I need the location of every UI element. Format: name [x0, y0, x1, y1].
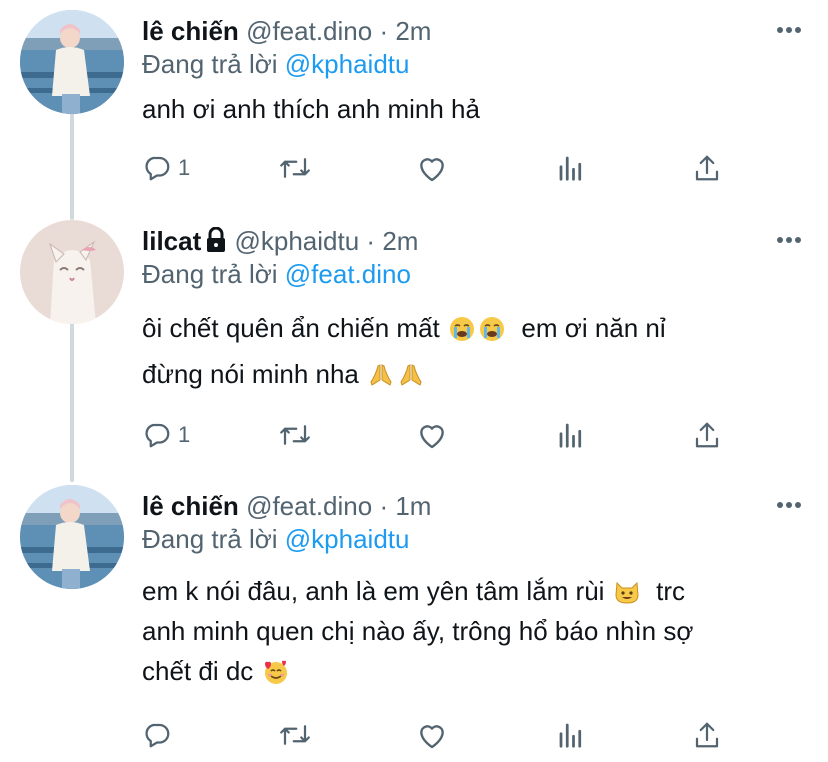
tweet-line: anh ơi anh thích anh minh hả	[142, 94, 480, 124]
thread-line	[70, 210, 74, 220]
retweet-button[interactable]	[278, 415, 312, 455]
display-name[interactable]: lê chiến	[142, 16, 239, 46]
tweet-line-text: trc	[641, 576, 686, 606]
share-icon	[695, 422, 719, 448]
timestamp[interactable]: 2m	[382, 226, 418, 256]
mention-link[interactable]: @kphaidtu	[285, 49, 410, 79]
replying-to: Đang trả lời @feat.dino	[142, 259, 411, 289]
display-name[interactable]: lilcat	[142, 226, 201, 256]
reply-button[interactable]: 1	[142, 415, 190, 455]
share-icon	[695, 722, 719, 748]
action-bar: 1	[142, 415, 742, 455]
tweet-3[interactable]: lê chiến @feat.dino · 1m Đang trả lời @k…	[0, 470, 828, 762]
tweet-line: em k nói đâu, anh là em yên tâm lắm rùi …	[142, 571, 802, 611]
more-icon[interactable]	[776, 26, 802, 34]
share-icon	[695, 155, 719, 181]
more-icon[interactable]	[776, 501, 802, 509]
analytics-icon	[559, 156, 582, 181]
action-bar	[142, 715, 742, 755]
tweet-line: ôi chết quên ẩn chiến mất em ơi năn nỉ	[142, 305, 802, 351]
replying-prefix: Đang trả lời	[142, 524, 285, 554]
tweet-line: đừng nói minh nha	[142, 351, 802, 397]
separator: ·	[379, 16, 389, 46]
analytics-icon	[559, 423, 582, 448]
like-button[interactable]	[416, 415, 448, 455]
timestamp[interactable]: 1m	[395, 491, 431, 521]
tweet-text: anh ơi anh thích anh minh hả	[142, 86, 802, 132]
mention-link[interactable]: @feat.dino	[285, 259, 411, 289]
like-button[interactable]	[416, 148, 448, 188]
smiling-face-with-hearts-emoji	[264, 660, 287, 684]
thread-line	[70, 322, 74, 482]
replying-prefix: Đang trả lời	[142, 259, 285, 289]
reply-button[interactable]: 1	[142, 148, 190, 188]
heart-icon	[420, 158, 444, 182]
heart-icon	[420, 725, 444, 749]
share-button[interactable]	[692, 148, 722, 188]
like-button[interactable]	[416, 715, 448, 755]
tweet-line-text: đừng nói minh nha	[142, 359, 367, 389]
user-handle[interactable]: @feat.dino	[246, 491, 372, 521]
user-handle[interactable]: @kphaidtu	[234, 226, 359, 256]
crying-face-emoji	[479, 317, 504, 341]
retweet-icon	[280, 725, 310, 745]
avatar[interactable]	[20, 485, 124, 589]
tweet-line-text: em k nói đâu, anh là em yên tâm lắm rùi	[142, 576, 612, 606]
tweet-text: em k nói đâu, anh là em yên tâm lắm rùi …	[142, 571, 802, 691]
retweet-icon	[280, 158, 310, 178]
mention-link[interactable]: @kphaidtu	[285, 524, 410, 554]
tweet-header: lê chiến @feat.dino · 1m	[142, 491, 431, 521]
tweet-line-text: em ơi năn nỉ	[506, 313, 666, 343]
tweet-line: anh minh quen chị nào ấy, trông hổ báo n…	[142, 616, 694, 646]
more-icon[interactable]	[776, 236, 802, 244]
analytics-icon	[559, 723, 582, 748]
views-button[interactable]	[556, 715, 586, 755]
user-handle[interactable]: @feat.dino	[246, 16, 372, 46]
folded-hands-emoji	[370, 364, 392, 386]
separator: ·	[379, 491, 389, 521]
retweet-button[interactable]	[278, 715, 312, 755]
lock-icon	[207, 227, 226, 252]
timestamp[interactable]: 2m	[395, 16, 431, 46]
tweet-header: lilcat @kphaidtu · 2m	[142, 226, 418, 256]
replying-prefix: Đang trả lời	[142, 49, 285, 79]
tweet-2[interactable]: lilcat @kphaidtu · 2m Đang trả lời @feat…	[0, 210, 828, 482]
reply-count: 1	[178, 155, 191, 180]
crying-face-emoji	[449, 317, 474, 341]
thread-line	[70, 112, 74, 212]
tweet-text: ôi chết quên ẩn chiến mất em ơi năn nỉ đ…	[142, 305, 802, 397]
separator: ·	[366, 226, 376, 256]
tweet-line-text: ôi chết quên ẩn chiến mất	[142, 313, 447, 343]
retweet-button[interactable]	[278, 148, 312, 188]
reply-icon	[145, 423, 170, 448]
thread-line	[70, 470, 74, 480]
tweet-line-text: chết đi dc	[142, 656, 261, 686]
tweet-1[interactable]: lê chiến @feat.dino · 2m Đang trả lời @k…	[0, 0, 828, 212]
share-button[interactable]	[692, 415, 722, 455]
replying-to: Đang trả lời @kphaidtu	[142, 524, 409, 554]
tweet-header: lê chiến @feat.dino · 2m	[142, 16, 431, 46]
grinning-cat-emoji	[615, 581, 639, 604]
views-button[interactable]	[556, 415, 586, 455]
tweet-line: chết đi dc	[142, 651, 802, 691]
reply-icon	[145, 156, 170, 181]
reply-icon	[145, 723, 170, 748]
avatar[interactable]	[20, 10, 124, 114]
reply-count: 1	[178, 422, 191, 447]
replying-to: Đang trả lời @kphaidtu	[142, 49, 409, 79]
avatar[interactable]	[20, 220, 124, 324]
action-bar: 1	[142, 148, 742, 188]
share-button[interactable]	[692, 715, 722, 755]
views-button[interactable]	[556, 148, 586, 188]
display-name[interactable]: lê chiến	[142, 491, 239, 521]
folded-hands-emoji	[400, 364, 422, 386]
reply-button[interactable]	[142, 715, 178, 755]
retweet-icon	[280, 425, 310, 445]
heart-icon	[420, 425, 444, 449]
